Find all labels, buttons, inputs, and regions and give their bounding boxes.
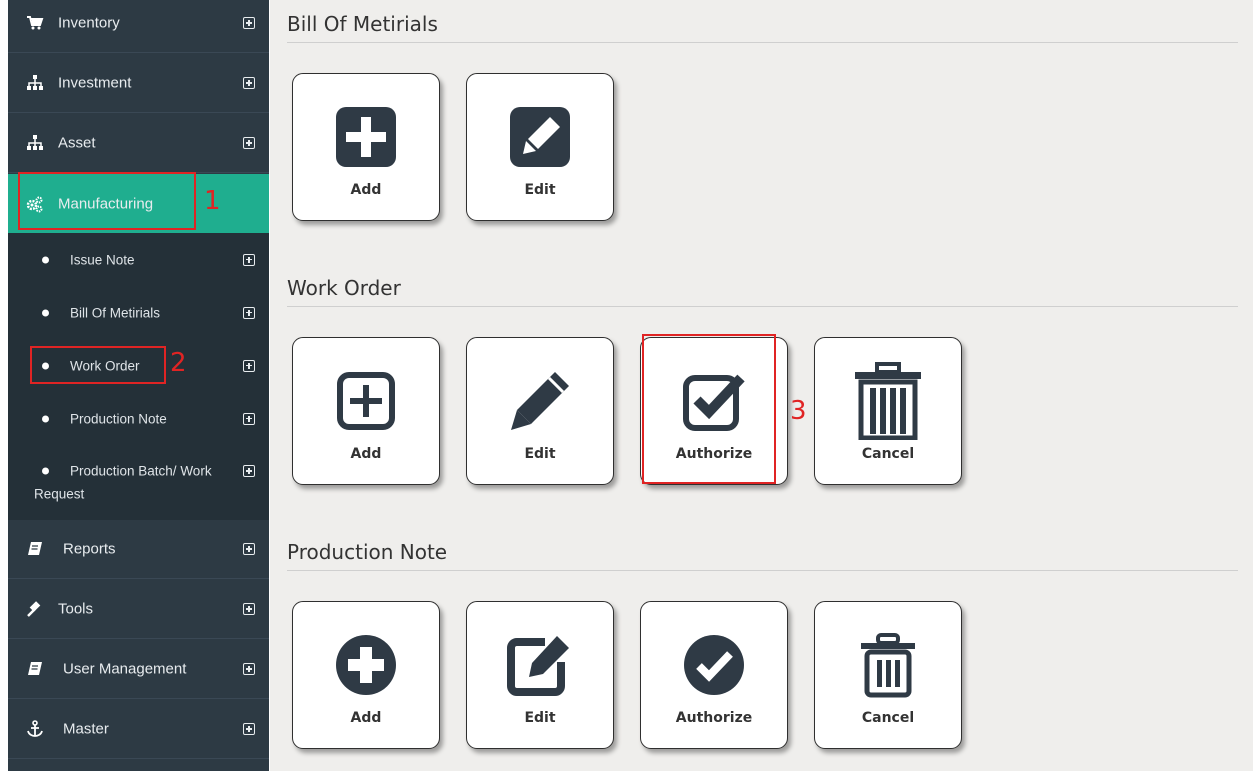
check-square-icon [641, 368, 787, 434]
sidebar-subitem-production-note[interactable]: Production Note [8, 392, 269, 445]
annotation-number-2: 2 [170, 348, 187, 378]
sidebar-subitem-label: Production Batch/ Work [70, 463, 212, 479]
bullet-icon [42, 256, 49, 263]
button-label: Add [350, 182, 382, 198]
plus-square-icon [293, 104, 439, 170]
cogs-icon [26, 195, 44, 213]
section-divider [287, 570, 1238, 571]
button-label: Edit [524, 446, 556, 462]
button-label: Authorize [675, 446, 753, 462]
sidebar-subitem-label: Work Order [70, 358, 140, 373]
plus-circle-icon [293, 632, 439, 698]
trash-outline-icon [815, 632, 961, 698]
production-note-edit-button[interactable]: Edit [466, 601, 614, 749]
work-order-add-button[interactable]: Add [292, 337, 440, 485]
expand-icon[interactable] [243, 77, 255, 89]
section-divider [287, 42, 1238, 43]
section-title-production-note: Production Note [287, 540, 448, 564]
gavel-icon [26, 600, 44, 618]
production-note-cancel-button[interactable]: Cancel [814, 601, 962, 749]
book-icon [26, 660, 44, 678]
sidebar-subitem-issue-note[interactable]: Issue Note [8, 233, 269, 286]
plus-square-outline-icon [293, 368, 439, 434]
cart-icon [26, 14, 44, 32]
sidebar-item-label: Tools [58, 600, 94, 618]
section-divider [287, 306, 1238, 307]
annotation-number-1: 1 [204, 186, 221, 216]
button-label: Edit [524, 710, 556, 726]
sidebar-item-label: Asset [58, 134, 96, 152]
sidebar-item-label: Master [63, 720, 109, 738]
expand-icon[interactable] [243, 603, 255, 615]
pencil-square-icon [467, 104, 613, 170]
book-icon [26, 540, 44, 558]
expand-icon[interactable] [243, 359, 255, 372]
edit-icon [467, 632, 613, 698]
bullet-icon [42, 415, 49, 422]
sidebar-item-tools[interactable]: Tools [8, 580, 269, 639]
sidebar-item-label: Inventory [58, 14, 120, 32]
sidebar-subitem-bill-of-metirials[interactable]: Bill Of Metirials [8, 286, 269, 339]
main-content: Bill Of Metirials Add Edit Work Order Ad… [270, 0, 1253, 771]
trash-icon [815, 362, 961, 440]
expand-icon[interactable] [243, 137, 255, 149]
sidebar-item-reports[interactable]: Reports [8, 520, 269, 579]
section-title-work-order: Work Order [287, 276, 401, 300]
sidebar-subitem-work-order[interactable]: Work Order [8, 339, 269, 392]
button-label: Add [350, 710, 382, 726]
sidebar-item-manufacturing[interactable]: Manufacturing [8, 174, 269, 233]
sitemap-icon [26, 134, 44, 152]
sidebar-item-label: Investment [58, 74, 132, 92]
sidebar-item-label: Reports [63, 540, 116, 558]
work-order-cancel-button[interactable]: Cancel [814, 337, 962, 485]
sidebar-item-investment[interactable]: Investment [8, 54, 269, 113]
sidebar-subitem-label: Production Note [70, 411, 167, 426]
sidebar-subitem-production-batch[interactable]: Production Batch/ Work Request [8, 445, 269, 520]
bullet-icon [42, 467, 49, 475]
sidebar-item-master[interactable]: Master [8, 700, 269, 759]
sidebar-item-label: User Management [63, 660, 187, 678]
sidebar-subitem-label-continued: Request [34, 486, 85, 502]
sidebar-subitem-label: Bill Of Metirials [70, 305, 161, 320]
button-label: Cancel [861, 446, 915, 462]
annotation-number-3: 3 [790, 396, 807, 426]
button-label: Authorize [675, 710, 753, 726]
expand-icon[interactable] [243, 412, 255, 425]
expand-icon[interactable] [243, 17, 255, 29]
work-order-authorize-button[interactable]: Authorize [640, 337, 788, 485]
bom-edit-button[interactable]: Edit [466, 73, 614, 221]
button-label: Add [350, 446, 382, 462]
sidebar-subitem-label: Issue Note [70, 252, 135, 267]
sidebar-item-inventory[interactable]: Inventory [8, 0, 269, 53]
anchor-icon [26, 720, 44, 738]
expand-icon[interactable] [243, 543, 255, 555]
bom-add-button[interactable]: Add [292, 73, 440, 221]
expand-icon[interactable] [243, 306, 255, 319]
button-label: Cancel [861, 710, 915, 726]
pencil-icon [467, 368, 613, 434]
work-order-edit-button[interactable]: Edit [466, 337, 614, 485]
sidebar-item-label: Manufacturing [58, 195, 154, 212]
sidebar-item-user-management[interactable]: User Management [8, 640, 269, 699]
production-note-add-button[interactable]: Add [292, 601, 440, 749]
check-circle-icon [641, 632, 787, 698]
button-label: Edit [524, 182, 556, 198]
sitemap-icon [26, 74, 44, 92]
expand-icon[interactable] [243, 253, 255, 266]
bullet-icon [42, 362, 49, 369]
sidebar: Inventory Investment Asset Manufacturing… [8, 0, 269, 771]
production-note-authorize-button[interactable]: Authorize [640, 601, 788, 749]
expand-icon[interactable] [243, 723, 255, 735]
sidebar-item-asset[interactable]: Asset [8, 114, 269, 173]
expand-icon[interactable] [243, 465, 255, 477]
bullet-icon [42, 309, 49, 316]
expand-icon[interactable] [243, 663, 255, 675]
section-title-bill-of-metirials: Bill Of Metirials [287, 12, 438, 36]
